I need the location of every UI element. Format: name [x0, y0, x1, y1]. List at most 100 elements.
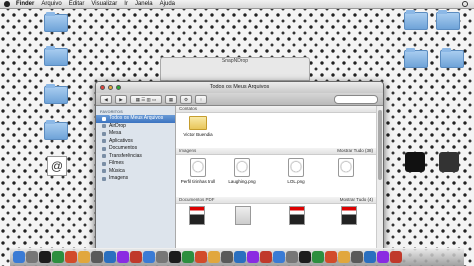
desktop-folder[interactable] [44, 120, 70, 140]
app-icon [439, 152, 459, 172]
dock-app-icon[interactable] [182, 251, 194, 263]
desktop-folder[interactable] [436, 10, 462, 30]
action-button[interactable]: ⚙ [180, 94, 192, 104]
sidebar-item-label: Transferências [109, 152, 142, 159]
sidebar-item-all-files[interactable]: Todos os Meus Arquivos [96, 115, 175, 123]
sidebar-item-applications[interactable]: Aplicativos [96, 138, 175, 146]
dock-app-icon[interactable] [325, 251, 337, 263]
desktop-folder[interactable] [44, 46, 70, 66]
dock-app-icon[interactable] [52, 251, 64, 263]
minimize-button[interactable] [108, 85, 113, 90]
dock-app-icon[interactable] [78, 251, 90, 263]
file-name: LOL.png [287, 179, 305, 184]
menu-ajuda[interactable]: Ajuda [160, 0, 175, 8]
search-input[interactable] [334, 94, 378, 104]
dock-app-icon[interactable] [91, 251, 103, 263]
menu-editar[interactable]: Editar [69, 0, 85, 8]
sidebar-item-downloads[interactable]: Transferências [96, 153, 175, 161]
menu-ir[interactable]: Ir [124, 0, 128, 8]
file-item[interactable] [182, 206, 212, 225]
arrange-button[interactable]: ▦ [165, 94, 177, 104]
finder-sidebar: FAVORITOS Todos os Meus Arquivos AirDrop… [96, 106, 176, 257]
file-item[interactable] [334, 206, 364, 225]
menu-visualizar[interactable]: Visualizar [91, 0, 117, 8]
dock-app-icon[interactable] [104, 251, 116, 263]
dock-app-icon[interactable] [208, 251, 220, 263]
dock-app-icon[interactable] [364, 251, 376, 263]
file-item[interactable] [282, 206, 312, 225]
sidebar-item-airdrop[interactable]: AirDrop [96, 123, 175, 131]
sidebar-item-movies[interactable]: Filmes [96, 160, 175, 168]
dock-app-icon[interactable] [195, 251, 207, 263]
desktop-app[interactable] [402, 152, 428, 172]
back-button[interactable]: ◀ [100, 94, 112, 104]
desktop-folder[interactable] [440, 48, 466, 68]
section-header-images: Imagens Mostrar Tudo (38) [176, 148, 377, 155]
menu-finder[interactable]: Finder [16, 0, 34, 8]
desktop-folder[interactable] [44, 84, 70, 104]
dock-app-icon[interactable] [377, 251, 389, 263]
menu-janela[interactable]: Janela [135, 0, 153, 8]
desktop-folder[interactable] [44, 12, 70, 32]
dock-app-icon[interactable] [351, 251, 363, 263]
dock-app-icon[interactable] [65, 251, 77, 263]
dock-app-icon[interactable] [130, 251, 142, 263]
scroll-thumb[interactable] [378, 110, 382, 180]
dock-app-icon[interactable] [234, 251, 246, 263]
menu-bar: Finder Arquivo Editar Visualizar Ir Jane… [0, 0, 474, 9]
sidebar-item-label: Filmes [109, 160, 124, 166]
section-header-contacts: Contatos [176, 106, 377, 113]
show-all-images-link[interactable]: Mostrar Tudo (38) [337, 148, 373, 154]
downloads-icon [102, 154, 106, 159]
dock-app-icon[interactable] [169, 251, 181, 263]
dock-app-icon[interactable] [156, 251, 168, 263]
spotlight-icon[interactable] [462, 1, 468, 7]
dock-app-icon[interactable] [299, 251, 311, 263]
dock-app-icon[interactable] [13, 251, 25, 263]
sidebar-item-documents[interactable]: Documentos [96, 145, 175, 153]
desktop-app[interactable] [436, 152, 462, 172]
dock-app-icon[interactable] [143, 251, 155, 263]
pdf-thumbnail [289, 206, 305, 225]
all-files-icon [102, 116, 106, 121]
dock-app-icon[interactable] [390, 251, 402, 263]
sidebar-item-desktop[interactable]: Mesa [96, 130, 175, 138]
finder-titlebar[interactable]: Todos os Meus Arquivos [96, 82, 383, 93]
apple-menu-icon[interactable] [4, 1, 10, 7]
show-all-pdfs-link[interactable]: Mostrar Tudo (4) [340, 197, 373, 203]
file-item[interactable]: Victor Buendia [178, 116, 218, 137]
file-name: Laughing.png [228, 179, 256, 184]
desktop-icon [102, 131, 106, 136]
close-button[interactable] [100, 85, 105, 90]
dock-app-icon[interactable] [312, 251, 324, 263]
dock-app-icon[interactable] [286, 251, 298, 263]
file-item[interactable]: LOL.png [276, 158, 316, 184]
dock-app-icon[interactable] [338, 251, 350, 263]
sidebar-item-music[interactable]: Música [96, 168, 175, 176]
dock-app-icon[interactable] [26, 251, 38, 263]
dock-app-icon[interactable] [247, 251, 259, 263]
menu-arquivo[interactable]: Arquivo [41, 0, 61, 8]
forward-button[interactable]: ▶ [115, 94, 127, 104]
background-window: SnapNDrop [160, 57, 310, 81]
view-mode-buttons[interactable]: ▦ ☰ ▥ ▭ [130, 94, 162, 104]
desktop-mail-file[interactable]: @ [44, 156, 70, 176]
folder-icon [436, 10, 460, 30]
dock-app-icon[interactable] [221, 251, 233, 263]
desktop-folder[interactable] [404, 48, 430, 68]
dock-app-icon[interactable] [260, 251, 272, 263]
zoom-button[interactable] [116, 85, 121, 90]
file-item[interactable]: Perfil tirinhas troll [176, 158, 220, 184]
dock-app-icon[interactable] [117, 251, 129, 263]
section-header-pdfs: Documentos PDF Mostrar Tudo (4) [176, 197, 377, 204]
dock-app-icon[interactable] [273, 251, 285, 263]
share-button[interactable]: ↑ [195, 94, 207, 104]
dock-app-icon[interactable] [39, 251, 51, 263]
file-item[interactable] [326, 158, 366, 179]
file-item[interactable]: Laughing.png [222, 158, 262, 184]
music-icon [102, 169, 106, 174]
desktop-folder[interactable] [404, 10, 430, 30]
file-item[interactable] [228, 206, 258, 225]
sidebar-item-pictures[interactable]: Imagens [96, 175, 175, 183]
vertical-scrollbar[interactable] [376, 106, 383, 257]
